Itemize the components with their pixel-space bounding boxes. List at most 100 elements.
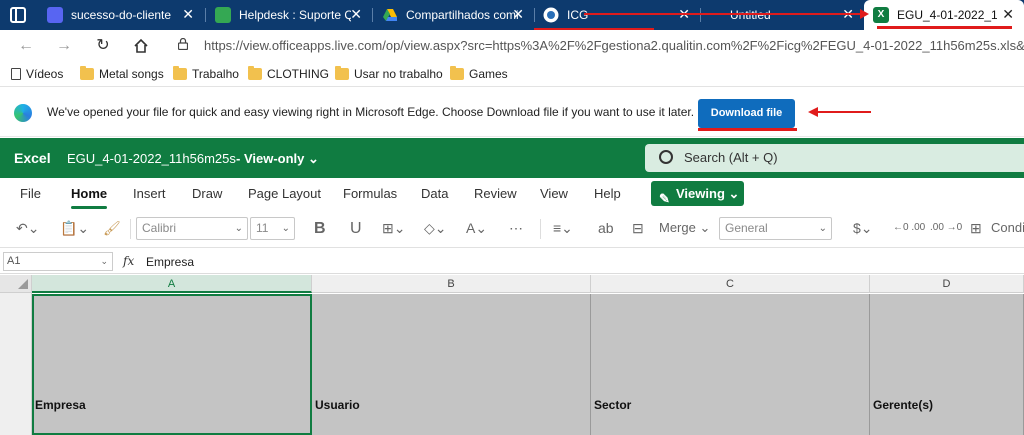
tab-home[interactable]: Home (71, 186, 108, 209)
tab-view[interactable]: View (540, 186, 568, 201)
increase-decimal-icon[interactable]: .00 →0 (930, 222, 962, 233)
bold-icon[interactable]: B (314, 220, 326, 238)
excel-icon: X (873, 7, 889, 23)
formula-bar: A1 ⌄ fx Empresa (0, 250, 1024, 274)
cell-c1[interactable]: Sector (591, 294, 870, 435)
cell-a1[interactable]: Empresa (32, 294, 312, 435)
spreadsheet-grid: A B C D Empresa Usuario Sector Gerente(s… (0, 275, 1024, 435)
wrap-text-icon[interactable]: ab (598, 220, 614, 236)
column-header-c[interactable]: C (591, 275, 870, 293)
decrease-decimal-icon[interactable]: ←0 .00 (893, 222, 925, 233)
cell-d1[interactable]: Gerente(s) (870, 294, 1024, 435)
bookmark-games[interactable]: Games (450, 66, 508, 83)
fill-color-icon[interactable]: ◇⌄ (424, 220, 447, 237)
tab-data[interactable]: Data (421, 186, 448, 201)
merge-button[interactable]: Merge ⌄ (659, 220, 710, 236)
folder-icon (173, 66, 187, 80)
tab-icg[interactable]: ICG ✕ (534, 0, 700, 30)
cell-text: Sector (594, 398, 632, 412)
pencil-off-icon: ✎ (659, 191, 670, 206)
tab-discord[interactable]: sucesso-do-cliente ✕ (38, 0, 204, 30)
paste-icon[interactable]: 📋⌄ (60, 220, 89, 237)
folder-icon (450, 66, 464, 80)
bookmark-clothing[interactable]: CLOTHING (248, 66, 329, 83)
conditional-format-button[interactable]: Condi (991, 220, 1024, 235)
font-name-dropdown[interactable]: Calibri ⌄ (136, 217, 248, 240)
close-icon[interactable]: ✕ (182, 6, 194, 23)
lock-icon[interactable] (178, 38, 188, 50)
close-icon[interactable]: ✕ (512, 6, 524, 23)
tab-review[interactable]: Review (474, 186, 517, 201)
merge-icon[interactable]: ⊟ (632, 220, 644, 237)
forward-arrow-icon[interactable]: → (54, 36, 74, 56)
chevron-down-icon: ⌄ (818, 223, 827, 234)
window-menu-icon[interactable] (10, 7, 26, 23)
column-header-b[interactable]: B (312, 275, 591, 293)
tab-title: Untitled (730, 8, 771, 22)
tab-helpdesk[interactable]: Helpdesk : Suporte Qu ✕ (206, 0, 372, 30)
edge-icon (14, 104, 32, 122)
cell-b1[interactable]: Usuario (312, 294, 591, 435)
annotation-underline (877, 26, 1012, 29)
view-mode-dropdown[interactable]: - View-only ⌄ (236, 151, 319, 167)
bookmark-trabalho[interactable]: Trabalho (173, 66, 239, 83)
bookmark-metal-songs[interactable]: Metal songs (80, 66, 164, 83)
undo-icon[interactable]: ↶⌄ (16, 220, 39, 237)
discord-icon (47, 7, 63, 23)
tab-file[interactable]: File (20, 186, 41, 201)
notification-text: We've opened your file for quick and eas… (47, 105, 695, 119)
tab-google-drive[interactable]: Compartilhados comig ✕ (373, 0, 534, 30)
address-toolbar: ← → ↻ https://view.officeapps.live.com/o… (0, 30, 1024, 62)
annotation-arrowhead (808, 107, 818, 117)
tab-untitled[interactable]: Untitled ✕ (701, 0, 864, 30)
refresh-icon[interactable]: ↻ (93, 36, 113, 56)
column-header-a[interactable]: A (32, 275, 312, 293)
formula-value[interactable]: Empresa (146, 255, 194, 269)
tab-page-layout[interactable]: Page Layout (248, 186, 321, 201)
ribbon-tabs: File Home Insert Draw Page Layout Formul… (0, 178, 1024, 210)
bookmark-videos[interactable]: Vídeos (11, 67, 63, 83)
tab-formulas[interactable]: Formulas (343, 186, 397, 201)
close-icon[interactable]: ✕ (350, 6, 362, 23)
back-arrow-icon[interactable]: ← (16, 36, 36, 56)
number-format-dropdown[interactable]: General ⌄ (719, 217, 832, 240)
tab-title: sucesso-do-cliente (71, 8, 172, 22)
annotation-arrow-line (817, 111, 871, 113)
tab-insert[interactable]: Insert (133, 186, 166, 201)
font-color-icon[interactable]: A⌄ (466, 220, 487, 237)
tab-help[interactable]: Help (594, 186, 621, 201)
url-field[interactable]: https://view.officeapps.live.com/op/view… (204, 38, 1024, 53)
ribbon-separator (540, 219, 541, 239)
bookmark-usar-no-trabalho[interactable]: Usar no trabalho (335, 66, 443, 83)
folder-icon (248, 66, 262, 80)
chevron-down-icon: ⌄ (281, 223, 290, 234)
search-icon (659, 150, 673, 164)
app-name[interactable]: Excel (14, 150, 51, 166)
borders-icon[interactable]: ⊞⌄ (382, 220, 405, 237)
folder-icon (335, 66, 349, 80)
close-icon[interactable]: ✕ (1002, 6, 1014, 23)
download-file-button[interactable]: Download file (698, 99, 795, 128)
more-options-icon[interactable]: ⋯ (509, 220, 523, 237)
column-header-d[interactable]: D (870, 275, 1024, 293)
currency-icon[interactable]: $⌄ (853, 220, 873, 237)
select-all-corner[interactable] (0, 275, 32, 293)
row-header-1[interactable] (0, 293, 32, 435)
underline-icon[interactable]: U (350, 220, 362, 238)
cell-text: Gerente(s) (873, 398, 934, 412)
tab-draw[interactable]: Draw (192, 186, 222, 201)
conditional-format-icon[interactable]: ⊞ (970, 220, 982, 237)
name-box[interactable]: A1 ⌄ (3, 252, 113, 271)
home-icon[interactable] (132, 37, 150, 55)
ribbon-separator (130, 219, 131, 239)
cell-text: Empresa (35, 398, 86, 412)
function-icon[interactable]: fx (123, 254, 134, 268)
viewing-mode-button[interactable]: ✎ Viewing ⌄ (651, 181, 744, 206)
file-name[interactable]: EGU_4-01-2022_11h56m25s (67, 151, 236, 166)
tab-title: Compartilhados comig (406, 8, 518, 22)
format-painter-icon[interactable]: 🖌 (103, 220, 121, 237)
chevron-down-icon: ⌄ (234, 223, 243, 234)
align-icon[interactable]: ≡⌄ (553, 220, 573, 237)
search-box[interactable]: Search (Alt + Q) (645, 144, 1024, 172)
font-size-dropdown[interactable]: 11 ⌄ (250, 217, 295, 240)
